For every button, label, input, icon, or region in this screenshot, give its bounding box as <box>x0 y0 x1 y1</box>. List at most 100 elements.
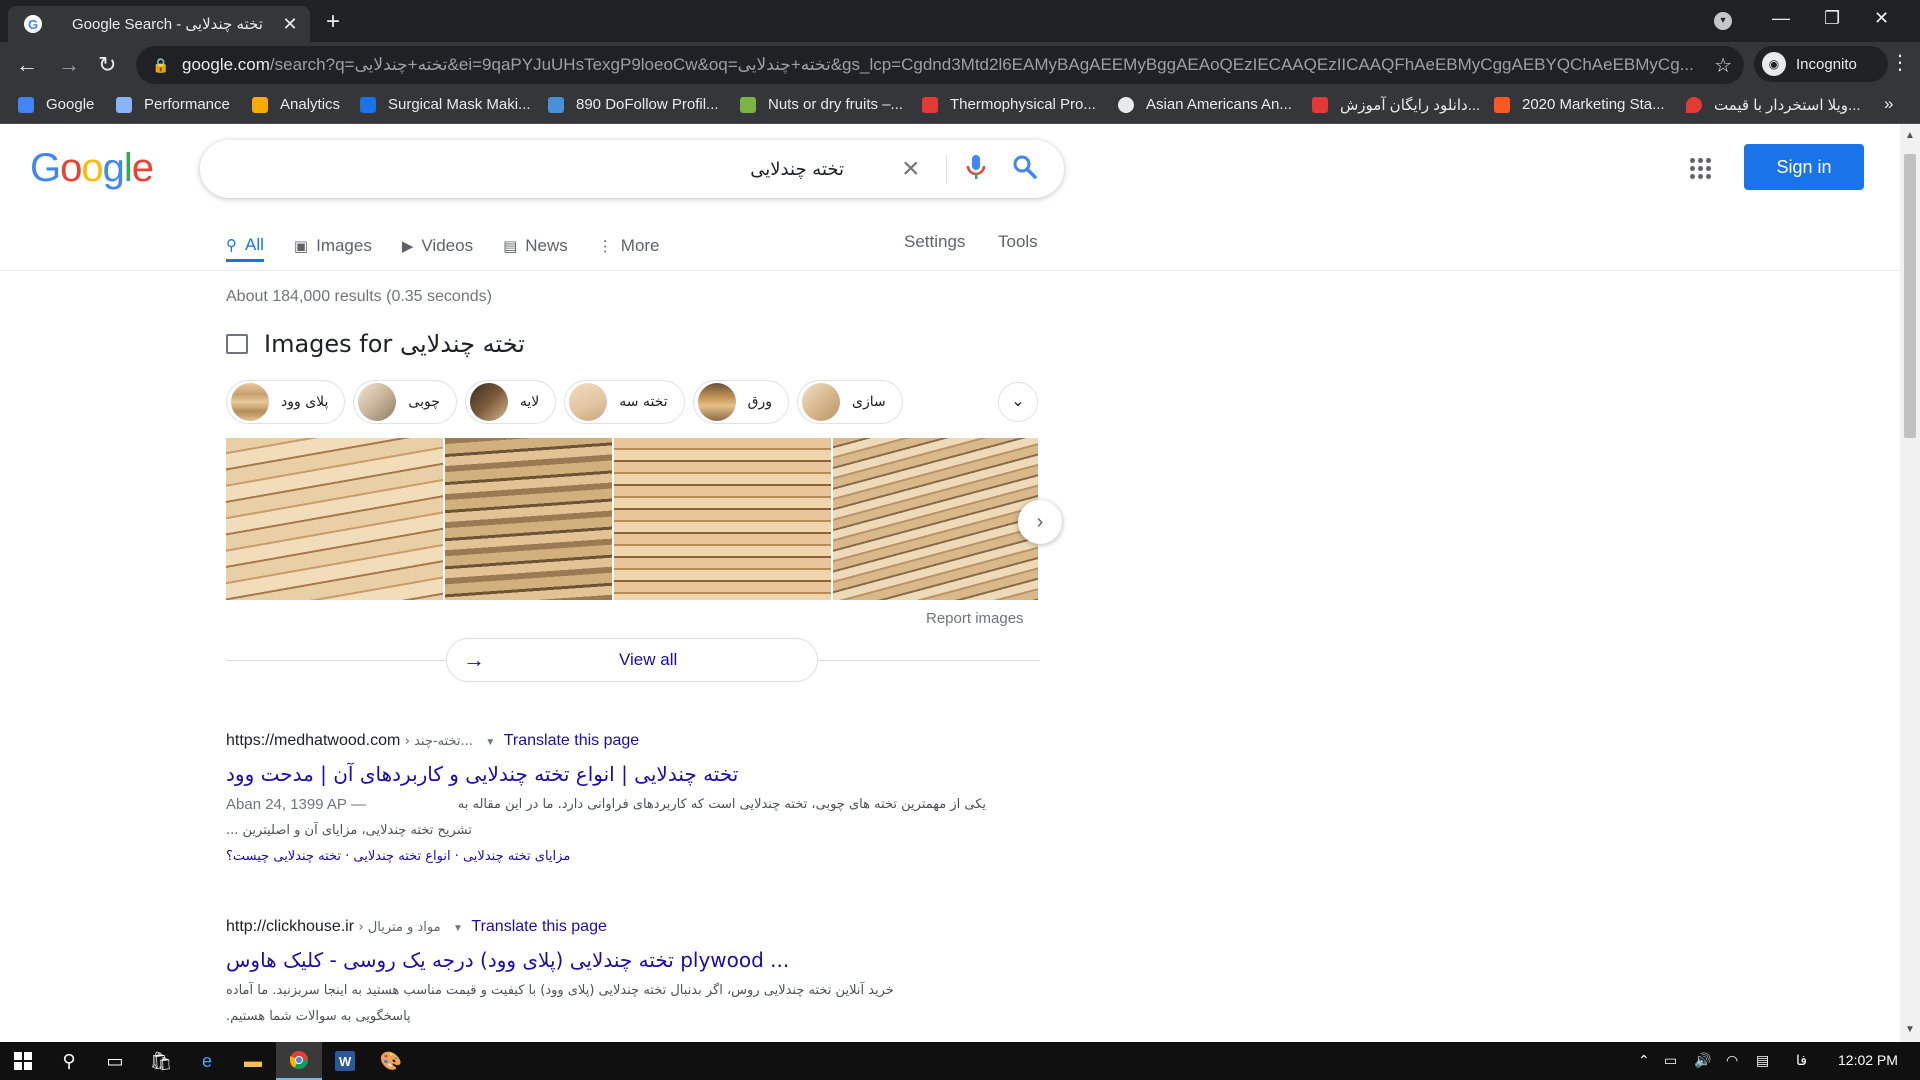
search-icon[interactable] <box>1012 154 1038 185</box>
caret-down-icon[interactable]: ▼ <box>453 923 463 934</box>
minimize-button[interactable]: — <box>1772 8 1790 29</box>
image-result[interactable] <box>614 438 832 600</box>
logo-letter: l <box>123 146 133 190</box>
images-title: Images for تخته چندلایی <box>264 330 525 358</box>
language-indicator[interactable]: فا <box>1796 1052 1807 1069</box>
nav-divider <box>0 270 1900 271</box>
word-icon[interactable]: W <box>322 1042 368 1080</box>
refine-chip[interactable]: تخته سه <box>564 380 685 424</box>
scroll-down-icon[interactable]: ▼ <box>1905 1024 1915 1035</box>
browser-titlebar: G Google Search - تخته چندلایی ✕ + ▾ — ❐… <box>0 0 1920 42</box>
forward-button[interactable]: → <box>58 52 80 78</box>
incognito-button[interactable]: ◉ Incognito <box>1754 46 1888 82</box>
bookmark-dofollow[interactable]: 890 DoFollow Profil... <box>548 96 719 113</box>
result-url[interactable]: http://clickhouse.ir <box>226 918 354 935</box>
restore-button[interactable]: ❐ <box>1824 8 1840 29</box>
clear-icon[interactable]: × <box>902 152 920 186</box>
bookmark-marketing[interactable]: 2020 Marketing Sta... <box>1494 96 1665 113</box>
tools-link[interactable]: Tools <box>998 232 1038 252</box>
back-button[interactable]: ← <box>16 52 38 78</box>
surgical-mask-site-icon <box>360 96 376 113</box>
tab-images[interactable]: ▣ Images <box>294 230 372 262</box>
scroll-up-icon[interactable]: ▲ <box>1905 130 1915 141</box>
bookmark-performance[interactable]: Performance <box>116 96 230 113</box>
arrow-right-icon: → <box>463 647 485 672</box>
show-hidden-icons-icon[interactable]: ⌃ <box>1638 1052 1650 1069</box>
chrome-menu-icon[interactable]: ⋮ <box>1890 50 1910 75</box>
result-title[interactable]: تخته چندلایی | انواع تخته چندلایی و کارب… <box>226 762 786 786</box>
bookmark-free-download[interactable]: دانلود رایگان آموزش... <box>1312 96 1480 114</box>
view-all-label: View all <box>619 650 678 669</box>
windows-start-icon[interactable] <box>0 1042 46 1080</box>
browser-tab[interactable]: G Google Search - تخته چندلایی ✕ <box>8 6 310 42</box>
taskbar-clock[interactable]: 12:02 PM <box>1838 1052 1898 1068</box>
new-tab-button[interactable]: + <box>326 8 340 36</box>
tab-news[interactable]: ▤ News <box>503 230 568 262</box>
google-logo[interactable]: Google <box>30 146 154 191</box>
view-all-button[interactable]: → View all <box>446 638 818 682</box>
wifi-icon[interactable]: ◠ <box>1726 1052 1738 1069</box>
search-result: http://clickhouse.ir › مواد و متریال ▼ T… <box>226 918 996 1030</box>
performance-icon <box>116 96 132 113</box>
close-window-button[interactable]: ✕ <box>1874 8 1889 29</box>
refine-chip[interactable]: چوبی <box>353 380 457 424</box>
file-explorer-icon[interactable]: ▬ <box>230 1042 276 1080</box>
result-title[interactable]: تخته چندلایی (پلای وود) درجه یک روسی - ک… <box>226 948 826 972</box>
image-result[interactable] <box>444 438 613 600</box>
bookmark-surgical-mask[interactable]: Surgical Mask Maki... <box>360 96 531 113</box>
bookmark-analytics[interactable]: Analytics <box>252 96 340 113</box>
search-input[interactable] <box>224 154 844 184</box>
bookmark-thermophysical[interactable]: Thermophysical Pro... <box>922 96 1096 113</box>
image-results-strip <box>226 438 1040 600</box>
bookmark-nuts[interactable]: Nuts or dry fruits –... <box>740 96 903 113</box>
action-center-icon[interactable]: ▤ <box>1756 1052 1769 1069</box>
search-box: × <box>200 140 1064 198</box>
reload-button[interactable]: ↻ <box>98 52 116 78</box>
refine-chip[interactable]: لایه <box>464 380 557 424</box>
search-icon[interactable]: ⚲ <box>46 1042 92 1080</box>
result-sitelinks[interactable]: مزایای تخته چندلایی · انواع تخته چندلایی… <box>226 849 570 864</box>
lock-icon[interactable]: 🔒 <box>152 57 172 74</box>
tab-close-icon[interactable]: ✕ <box>280 14 300 35</box>
map-pin-icon <box>1686 97 1702 113</box>
images-section-header[interactable]: Images for تخته چندلایی <box>226 330 525 358</box>
image-result[interactable] <box>833 438 1038 600</box>
microphone-icon[interactable] <box>966 153 986 186</box>
image-result[interactable] <box>226 438 443 600</box>
scrollbar-thumb[interactable] <box>1904 154 1916 438</box>
caret-down-icon[interactable]: ▼ <box>485 737 495 748</box>
chevron-down-icon[interactable]: ⌄ <box>998 382 1038 422</box>
settings-link[interactable]: Settings <box>904 232 965 252</box>
bookmark-asian-americans[interactable]: Asian Americans An... <box>1118 96 1292 113</box>
paint-icon[interactable]: 🎨 <box>368 1042 414 1080</box>
tab-all[interactable]: ⚲ All <box>226 230 264 262</box>
page-scrollbar[interactable]: ▲ ▼ <box>1900 124 1920 1042</box>
sign-in-button[interactable]: Sign in <box>1744 144 1864 190</box>
url-text[interactable]: google.com/search?q=تخته+چندلایی&ei=9qaP… <box>182 55 1702 75</box>
refine-chip[interactable]: پلای وود <box>226 380 346 424</box>
chrome-taskbar-icon[interactable] <box>276 1042 322 1080</box>
translate-link[interactable]: Translate this page <box>504 732 639 749</box>
report-images-link[interactable]: Report images <box>926 610 1024 627</box>
battery-icon[interactable]: ▭ <box>1664 1052 1677 1069</box>
chevron-right-icon[interactable]: › <box>1018 500 1062 544</box>
volume-icon[interactable]: 🔊 <box>1694 1052 1711 1069</box>
tab-more[interactable]: ⋮ More <box>598 230 660 262</box>
store-icon[interactable]: 🛍 <box>138 1042 184 1080</box>
translate-link[interactable]: Translate this page <box>471 918 606 935</box>
internet-explorer-icon[interactable]: e <box>184 1042 230 1080</box>
refine-chip[interactable]: سازی <box>797 380 903 424</box>
bookmark-star-icon[interactable]: ☆ <box>1714 53 1732 78</box>
task-view-icon[interactable]: ▭ <box>92 1042 138 1080</box>
address-bar[interactable]: 🔒 google.com/search?q=تخته+چندلایی&ei=9q… <box>136 46 1744 84</box>
tab-videos[interactable]: ▶ Videos <box>402 230 473 262</box>
google-apps-icon[interactable] <box>1690 158 1711 179</box>
result-url[interactable]: https://medhatwood.com <box>226 732 400 749</box>
refine-chip[interactable]: ورق <box>692 380 790 424</box>
bookmarks-overflow-icon[interactable]: » <box>1884 94 1893 114</box>
bookmark-google[interactable]: Google <box>18 96 94 113</box>
chip-thumbnail <box>569 383 608 421</box>
bookmark-villa[interactable]: ویلا استخردار با قیمت... <box>1686 96 1861 114</box>
search-nav-tabs: ⚲ All ▣ Images ▶ Videos ▤ News ⋮ More <box>226 230 690 266</box>
tab-search-icon[interactable]: ▾ <box>1714 12 1732 30</box>
